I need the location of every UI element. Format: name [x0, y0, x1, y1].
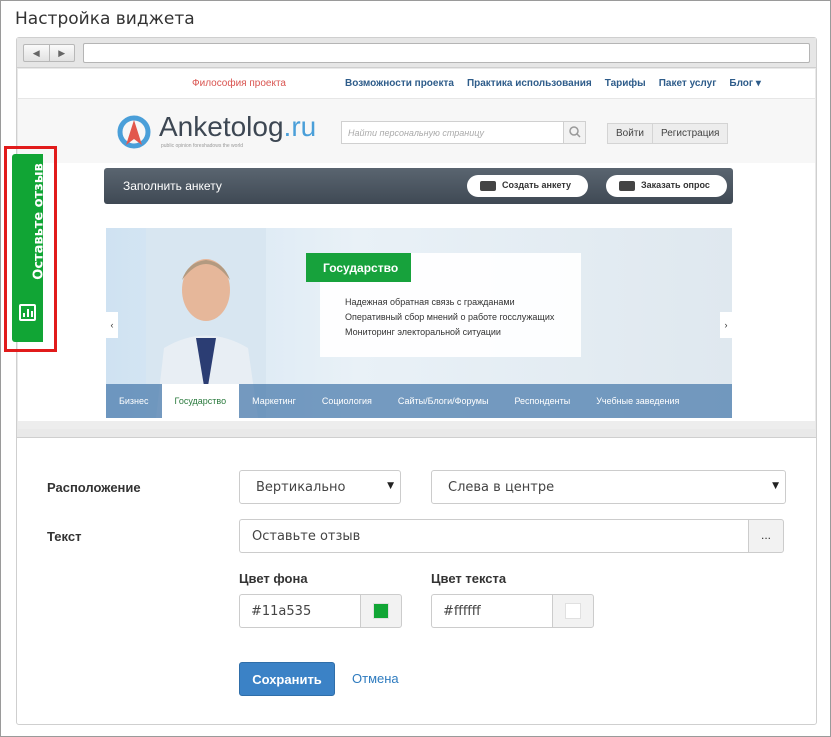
feedback-widget-label: Оставьте отзыв — [31, 163, 47, 280]
philosophy-link: Философия проекта — [192, 78, 286, 89]
widget-settings-dialog: Настройка виджета ◀ ▶ Философия проекта … — [0, 0, 831, 737]
hero-tab: Социология — [321, 396, 372, 406]
site-menu-item: Тарифы — [604, 78, 646, 89]
site-menu-item: Блог ▾ — [729, 78, 761, 89]
text-label: Текст — [47, 529, 82, 544]
site-logo: Anketolog.ru — [159, 111, 317, 142]
back-icon[interactable]: ◀ — [24, 45, 50, 61]
widget-text-input[interactable]: Оставьте отзыв — [239, 519, 748, 553]
hero-line: Надежная обратная связь с гражданами — [345, 297, 515, 307]
chevron-down-icon: ▼ — [772, 481, 779, 491]
forward-icon[interactable]: ▶ — [50, 45, 75, 61]
text-color-swatch — [565, 603, 581, 619]
site-preview: Философия проекта Возможности проекта Пр… — [18, 69, 815, 429]
browser-nav-buttons: ◀ ▶ — [23, 44, 75, 62]
register-button: Регистрация — [660, 128, 720, 139]
settings-panel: ◀ ▶ Философия проекта Возможности проект… — [16, 37, 817, 725]
hero-tab: Маркетинг — [252, 396, 296, 406]
camera-icon — [619, 181, 635, 191]
placement-select[interactable]: Слева в центре ▼ — [431, 470, 786, 504]
hero-badge: Государство — [306, 253, 411, 282]
login-button: Войти — [608, 124, 653, 143]
hero-tab: Респонденты — [514, 396, 571, 406]
hero-tab: Учебные заведения — [596, 396, 680, 406]
hero-slider: Государство Надежная обратная связь с гр… — [106, 228, 732, 418]
text-color-input[interactable]: #ffffff — [431, 594, 552, 628]
hero-tab: Сайты/Блоги/Форумы — [397, 396, 489, 406]
feedback-widget-tab[interactable]: Оставьте отзыв — [12, 154, 47, 342]
site-menu: Возможности проекта Практика использован… — [345, 78, 761, 89]
site-top-nav: Философия проекта Возможности проекта Пр… — [18, 69, 815, 99]
fill-survey-label: Заполнить анкету — [123, 179, 222, 193]
browser-preview: ◀ ▶ Философия проекта Возможности проект… — [17, 38, 816, 438]
site-menu-item: Пакет услуг — [658, 78, 717, 89]
site-footer-strip — [18, 421, 815, 429]
hero-tab: Бизнес — [119, 396, 149, 406]
hero-line: Оперативный сбор мнений о работе госслуж… — [345, 312, 555, 322]
bg-color-label: Цвет фона — [239, 571, 308, 586]
chart-icon — [19, 304, 36, 321]
fill-survey-bar: Заполнить анкету Создать анкету Заказать… — [104, 168, 733, 204]
search-icon — [563, 122, 585, 143]
slider-next-icon: › — [720, 312, 732, 338]
address-bar[interactable] — [83, 43, 810, 63]
site-menu-item: Возможности проекта — [345, 78, 454, 89]
hero-line: Мониторинг электоральной ситуации — [345, 327, 501, 337]
order-survey-button: Заказать опрос — [606, 175, 727, 197]
logo-tagline: public opinion foreshadows the world — [161, 143, 243, 149]
bg-color-input[interactable]: #11a535 — [239, 594, 360, 628]
position-label: Расположение — [47, 480, 141, 495]
site-search-input: Найти персональную страницу — [341, 121, 586, 144]
orientation-value: Вертикально — [256, 480, 346, 495]
ticket-icon — [480, 181, 496, 191]
cancel-link[interactable]: Отмена — [352, 671, 399, 686]
site-header: Anketolog.ru public opinion foreshadows … — [18, 99, 815, 163]
dialog-title: Настройка виджета — [15, 9, 195, 29]
site-menu-item: Практика использования — [466, 78, 592, 89]
text-color-label: Цвет текста — [431, 571, 507, 586]
bg-color-picker-button[interactable] — [360, 594, 402, 628]
placement-value: Слева в центре — [448, 480, 555, 495]
logo-icon — [117, 115, 151, 149]
create-survey-button: Создать анкету — [467, 175, 588, 197]
browser-toolbar: ◀ ▶ — [17, 38, 816, 68]
orientation-select[interactable]: Вертикально ▼ — [239, 470, 401, 504]
chevron-down-icon: ▼ — [387, 481, 394, 491]
save-button[interactable]: Сохранить — [239, 662, 335, 696]
bg-color-swatch — [373, 603, 389, 619]
text-more-button[interactable]: ... — [748, 519, 784, 553]
text-color-picker-button[interactable] — [552, 594, 594, 628]
hero-tab-active: Государство — [161, 384, 240, 418]
hero-tabs: Бизнес Государство Маркетинг Социология … — [106, 384, 732, 418]
slider-prev-icon: ‹ — [106, 312, 118, 338]
hero-text: Надежная обратная связь с гражданами Опе… — [345, 295, 554, 340]
site-auth-buttons: Войти Регистрация — [607, 123, 729, 144]
